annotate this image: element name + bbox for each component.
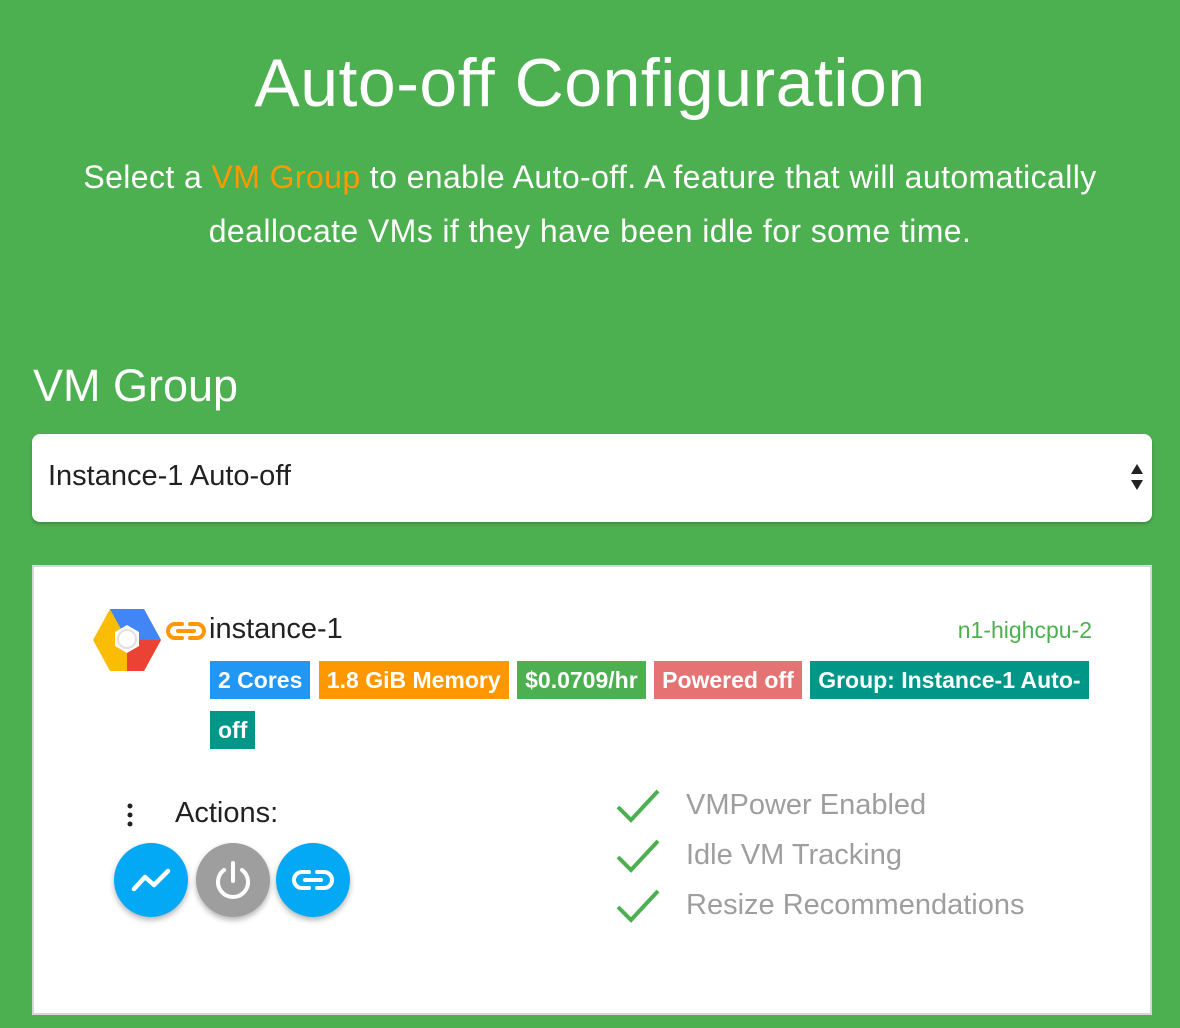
vm-name: instance-1 [209,613,343,645]
more-vert-icon[interactable] [126,803,134,827]
power-icon [216,861,250,899]
trend-button[interactable] [114,843,188,917]
trending-icon [131,868,171,892]
feature-label: Resize Recommendations [686,889,1025,921]
power-button[interactable] [196,843,270,917]
check-icon [616,889,660,923]
page-subtitle: Select a VM Group to enable Auto-off. A … [50,150,1130,258]
vm-machine-type: n1-highcpu-2 [957,617,1092,643]
subtitle-text-start: Select a [83,159,212,195]
link-icon [292,870,334,890]
feature-item: Idle VM Tracking [614,837,1074,887]
vm-group-label: VM Group [33,360,239,411]
feature-label: VMPower Enabled [686,789,927,821]
link-icon [166,622,206,640]
select-arrows-icon [1131,464,1143,490]
vm-badges: 2 Cores 1.8 GiB Memory $0.0709/hr Powere… [92,657,1092,757]
page-title: Auto-off Configuration [254,45,926,121]
vm-group-select[interactable]: Instance-1 Auto-off [32,434,1152,522]
feature-item: VMPower Enabled [614,787,1074,837]
feature-item: Resize Recommendations [614,887,1074,937]
vm-group-selected-value: Instance-1 Auto-off [48,460,291,492]
actions-label: Actions: [175,797,279,829]
subtitle-highlight: VM Group [211,159,361,195]
price-badge: $0.0709/hr [517,661,646,699]
feature-label: Idle VM Tracking [686,839,902,871]
cores-badge: 2 Cores [210,661,311,699]
vm-card: instance-1 n1-highcpu-2 2 Cores 1.8 GiB … [32,565,1152,1015]
check-icon [616,789,660,823]
check-icon [616,839,660,873]
state-badge: Powered off [654,661,802,699]
memory-badge: 1.8 GiB Memory [318,661,509,699]
link-button[interactable] [276,843,350,917]
